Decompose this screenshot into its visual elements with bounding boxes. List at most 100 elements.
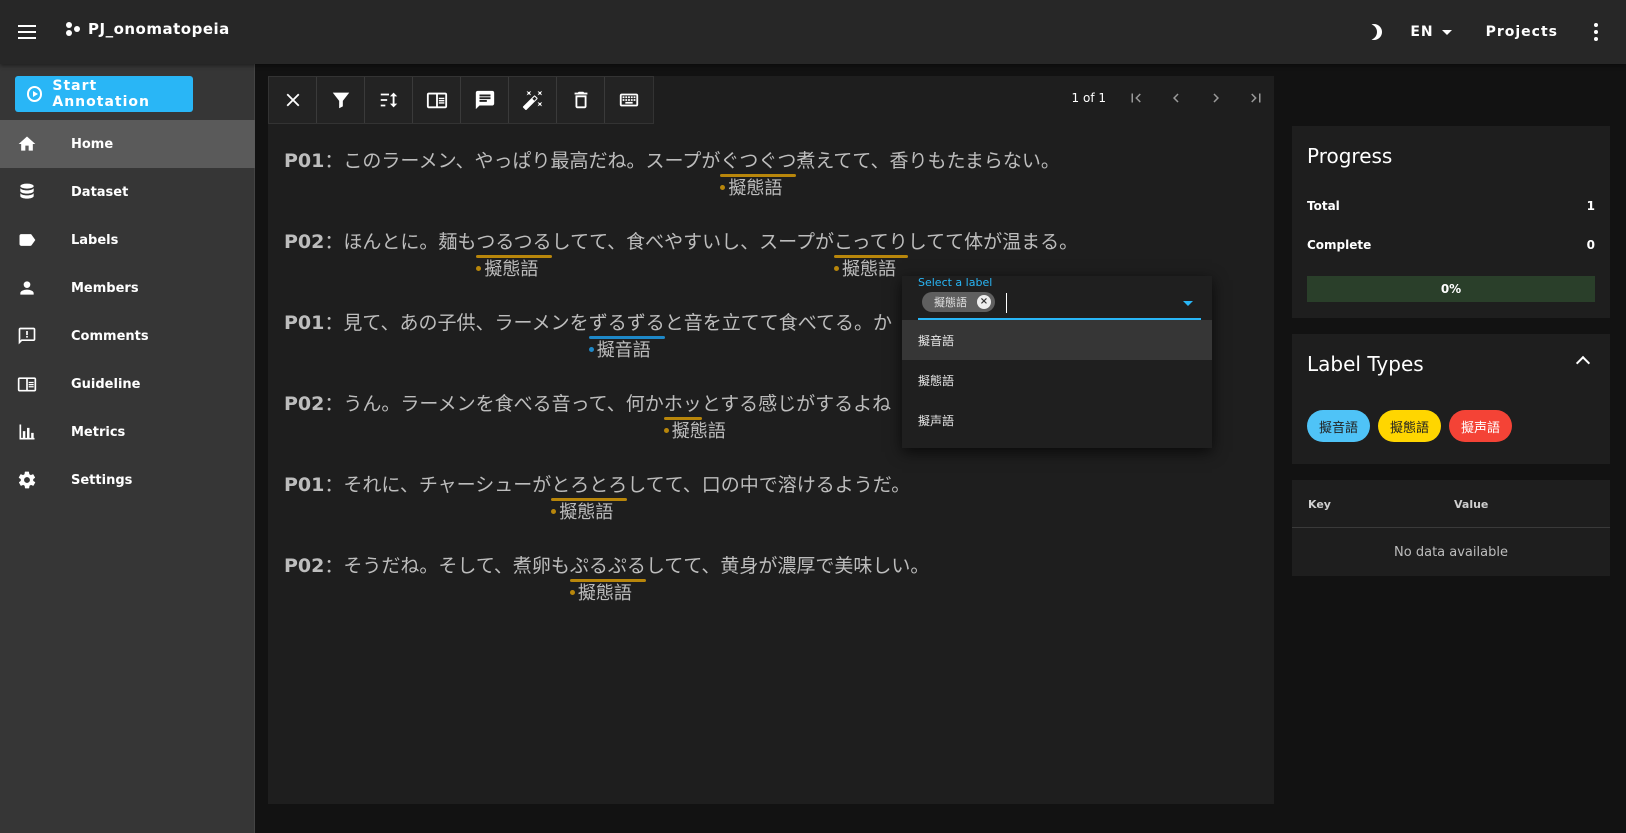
chevron-down-icon[interactable] — [1183, 301, 1193, 306]
projects-button[interactable]: Projects — [1486, 24, 1558, 40]
prev-page-button[interactable] — [1166, 88, 1186, 108]
span-label[interactable]: 擬態語 — [720, 174, 782, 200]
menu-icon[interactable] — [14, 18, 42, 46]
total-value: 1 — [1586, 199, 1595, 213]
progress-card: Progress Total 1 Complete 0 0% — [1292, 126, 1610, 318]
sidebar-item-settings[interactable]: Settings — [0, 456, 255, 504]
more-vert-icon[interactable] — [1586, 23, 1606, 41]
span-label[interactable]: 擬音語 — [588, 336, 651, 362]
label-select-menu: Select a label 擬態語 × 擬音語 擬態語 擬声語 — [902, 276, 1212, 448]
text-segment: 煮えてて、香りもたまらない。 — [796, 150, 1060, 172]
remove-chip-icon[interactable]: × — [977, 295, 991, 309]
label-type-chip[interactable]: 擬声語 — [1449, 410, 1513, 442]
key-column-header[interactable]: Key — [1308, 498, 1331, 511]
sidebar-item-guideline[interactable]: Guideline — [0, 360, 255, 408]
book-icon — [17, 374, 37, 394]
chevron-down-icon — [1441, 29, 1452, 35]
separator: ： — [324, 231, 344, 253]
chevron-up-icon[interactable] — [1575, 355, 1591, 371]
start-annotation-button[interactable]: Start Annotation — [15, 76, 193, 112]
label-type-chip[interactable]: 擬音語 — [1307, 410, 1371, 442]
label-select-field[interactable]: Select a label 擬態語 × — [918, 276, 1201, 320]
project-title[interactable]: PJ_onomatopeia — [66, 20, 230, 38]
first-page-button[interactable] — [1126, 88, 1146, 108]
speaker-label: P02 — [284, 393, 325, 415]
label-option[interactable]: 擬態語 — [902, 360, 1212, 400]
speaker-label: P01 — [284, 474, 325, 496]
home-icon — [17, 134, 37, 154]
span-label[interactable]: 擬態語 — [834, 255, 896, 281]
filter-button[interactable] — [317, 77, 365, 123]
comment-button[interactable] — [461, 77, 509, 123]
span-label[interactable]: 擬態語 — [476, 255, 538, 281]
delete-button[interactable] — [557, 77, 605, 123]
project-name: PJ_onomatopeia — [88, 20, 230, 38]
complete-label: Complete — [1307, 238, 1372, 252]
last-page-icon — [1251, 93, 1261, 103]
label-type-chip[interactable]: 擬態語 — [1378, 410, 1442, 442]
text-segment: とする感じがするよね — [701, 393, 892, 415]
language-selector[interactable]: EN — [1410, 24, 1452, 40]
guideline-button[interactable] — [413, 77, 461, 123]
label-dot-icon — [551, 508, 557, 514]
sidebar-item-labels[interactable]: Labels — [0, 216, 255, 264]
label-option[interactable]: 擬声語 — [902, 400, 1212, 440]
span-label[interactable]: 擬態語 — [569, 579, 632, 605]
entity-span[interactable]: つるつる 擬態語 — [476, 227, 552, 280]
label-option[interactable]: 擬音語 — [902, 320, 1212, 360]
chart-icon — [17, 422, 37, 442]
selected-label-text: 擬態語 — [934, 296, 967, 309]
complete-row: Complete 0 — [1307, 238, 1595, 252]
dark-mode-icon[interactable] — [1366, 24, 1382, 40]
sidebar: Start Annotation Home Dataset Labels Mem… — [0, 64, 255, 833]
entity-span[interactable]: ずるずる 擬音語 — [588, 308, 665, 361]
text-line[interactable]: P02：そうだね。そして、煮卵もぷるぷる 擬態語 してて、黄身が濃厚で美味しい。 — [284, 551, 1244, 632]
sidebar-item-label: Home — [71, 136, 114, 152]
selected-label-chip[interactable]: 擬態語 × — [922, 292, 995, 312]
total-label: Total — [1307, 199, 1340, 213]
text-segment: してて、口の中で溶けるようだ。 — [627, 474, 911, 496]
keyboard-shortcuts-button[interactable] — [605, 77, 653, 123]
entity-span[interactable]: ホッ 擬態語 — [663, 389, 726, 442]
speaker-label: P01 — [284, 312, 325, 334]
entity-span[interactable]: とろとろ 擬態語 — [551, 470, 628, 523]
value-column-header[interactable]: Value — [1454, 498, 1488, 511]
table-header: Key Value — [1292, 480, 1610, 528]
sidebar-item-metrics[interactable]: Metrics — [0, 408, 255, 456]
text-segment: してて、黄身が濃厚で美味しい。 — [645, 555, 930, 577]
span-label[interactable]: 擬態語 — [551, 498, 613, 524]
separator: ： — [324, 312, 344, 334]
keyboard-icon — [619, 93, 639, 107]
sidebar-item-label: Dataset — [71, 184, 129, 200]
sidebar-item-dataset[interactable]: Dataset — [0, 168, 255, 216]
trash-icon — [574, 91, 587, 109]
close-button[interactable] — [269, 77, 317, 123]
label-search-input[interactable] — [1006, 293, 1196, 313]
entity-span[interactable]: ぐつぐつ 擬態語 — [720, 146, 797, 199]
span-label-text: 擬態語 — [842, 259, 896, 280]
gear-icon — [17, 470, 37, 490]
text-segment: してて、食べやすいし、スープが — [551, 231, 834, 253]
progress-bar: 0% — [1307, 276, 1595, 302]
sort-button[interactable] — [365, 77, 413, 123]
sidebar-item-label: Settings — [71, 472, 133, 488]
sidebar-item-label: Comments — [71, 328, 149, 344]
sidebar-item-comments[interactable]: Comments — [0, 312, 255, 360]
span-label-text: 擬音語 — [596, 340, 651, 361]
sidebar-item-members[interactable]: Members — [0, 264, 255, 312]
last-page-button[interactable] — [1246, 88, 1266, 108]
entity-span[interactable]: ぷるぷる 擬態語 — [569, 551, 646, 604]
sidebar-item-home[interactable]: Home — [0, 120, 255, 168]
text-line[interactable]: P01：それに、チャーシューがとろとろ 擬態語 してて、口の中で溶けるようだ。 — [284, 470, 1244, 551]
next-page-button[interactable] — [1206, 88, 1226, 108]
entity-span[interactable]: こってり 擬態語 — [834, 227, 908, 280]
language-label: EN — [1410, 24, 1434, 40]
span-label[interactable]: 擬態語 — [663, 417, 726, 443]
auto-labeling-button[interactable] — [509, 77, 557, 123]
text-line[interactable]: P01：このラーメン、やっぱり最高だね。スープがぐつぐつ 擬態語 煮えてて、香りもた… — [284, 146, 1244, 227]
text-segment: してて体が温まる。 — [907, 231, 1079, 253]
speaker-label: P01 — [284, 150, 325, 172]
filter-icon — [332, 92, 349, 109]
text-segment: と音を立てて食べてる。か — [664, 312, 892, 334]
span-text: こってり — [834, 231, 908, 253]
